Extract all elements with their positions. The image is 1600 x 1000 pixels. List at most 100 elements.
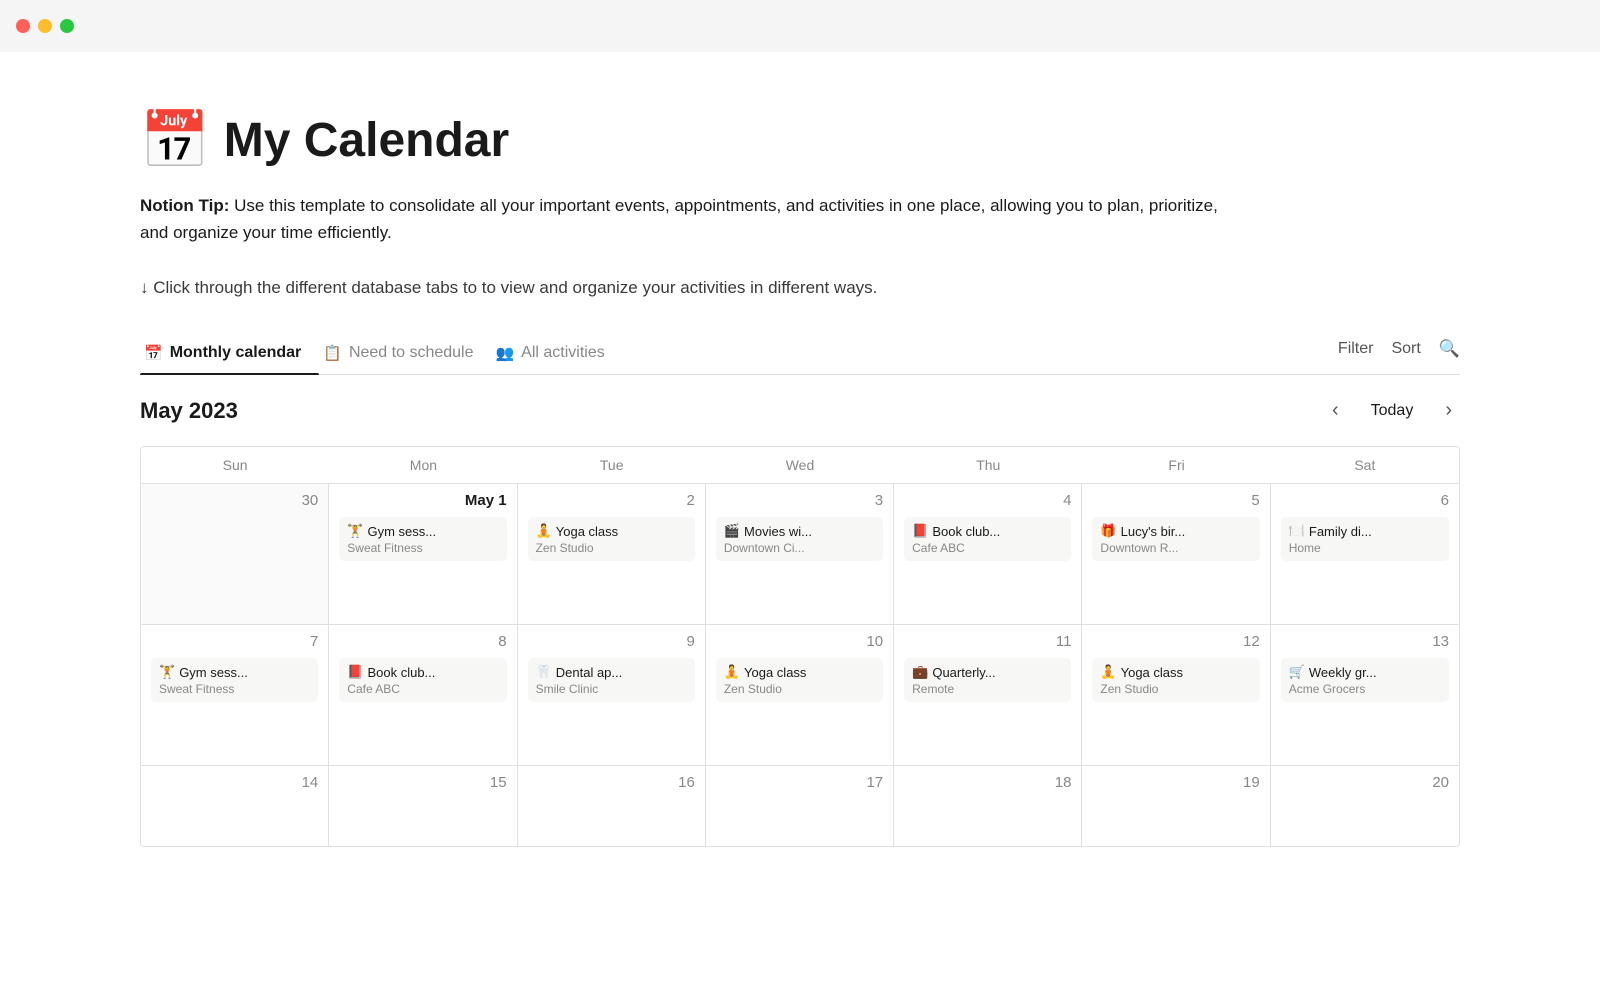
cal-cell-16[interactable]: 16 [518, 766, 706, 846]
maximize-button[interactable] [60, 19, 74, 33]
cal-date-5: 5 [1092, 492, 1259, 509]
event-title-dental-9: 🦷 Dental ap... [536, 664, 687, 680]
cal-cell-2[interactable]: 2 🧘 Yoga class Zen Studio [518, 484, 706, 624]
event-title-bookclub-8: 📕 Book club... [347, 664, 498, 680]
day-label-mon: Mon [329, 447, 517, 483]
event-location-yoga-2: Zen Studio [536, 541, 687, 555]
minimize-button[interactable] [38, 19, 52, 33]
cal-cell-12[interactable]: 12 🧘 Yoga class Zen Studio [1082, 625, 1270, 765]
event-location-movies-3: Downtown Ci... [724, 541, 875, 555]
event-yoga-10[interactable]: 🧘 Yoga class Zen Studio [716, 658, 883, 702]
cal-cell-8[interactable]: 8 📕 Book club... Cafe ABC [329, 625, 517, 765]
prev-month-button[interactable]: ‹ [1324, 395, 1347, 426]
tab-monthly-calendar[interactable]: 📅 Monthly calendar [140, 334, 319, 374]
event-yoga-12[interactable]: 🧘 Yoga class Zen Studio [1092, 658, 1259, 702]
calendar-month: May 2023 [140, 398, 238, 424]
yoga-icon-12: 🧘 [1100, 664, 1116, 680]
event-dental-9[interactable]: 🦷 Dental ap... Smile Clinic [528, 658, 695, 702]
event-location-gym-may1: Sweat Fitness [347, 541, 498, 555]
cal-cell-7[interactable]: 7 🏋️ Gym sess... Sweat Fitness [141, 625, 329, 765]
cal-date-11: 11 [904, 633, 1071, 650]
cal-cell-5[interactable]: 5 🎁 Lucy's bir... Downtown R... [1082, 484, 1270, 624]
event-gym-may1[interactable]: 🏋️ Gym sess... Sweat Fitness [339, 517, 506, 561]
event-title-bookclub-4: 📕 Book club... [912, 523, 1063, 539]
event-location-dental-9: Smile Clinic [536, 682, 687, 696]
cal-date-10: 10 [716, 633, 883, 650]
filter-button[interactable]: Filter [1338, 340, 1374, 358]
cal-cell-30[interactable]: 30 [141, 484, 329, 624]
calendar-grid: Sun Mon Tue Wed Thu Fri Sat 30 M [140, 446, 1460, 847]
family-dinner-icon: 🍽️ [1289, 523, 1305, 539]
cal-date-6: 6 [1281, 492, 1449, 509]
birthday-icon: 🎁 [1100, 523, 1116, 539]
tab-monthly-label: Monthly calendar [170, 344, 302, 362]
cal-cell-may1[interactable]: May 1 🏋️ Gym sess... Sweat Fitness [329, 484, 517, 624]
cal-date-9: 9 [528, 633, 695, 650]
nav-hint: ↓ Click through the different database t… [140, 278, 1460, 298]
cal-cell-13[interactable]: 13 🛒 Weekly gr... Acme Grocers [1271, 625, 1459, 765]
bookclub-icon-4: 📕 [912, 523, 928, 539]
yoga-icon-2: 🧘 [536, 523, 552, 539]
search-icon[interactable]: 🔍 [1439, 339, 1460, 359]
cal-cell-6[interactable]: 6 🍽️ Family di... Home [1271, 484, 1459, 624]
tab-all-activities[interactable]: 👥 All activities [491, 334, 622, 374]
calendar-header: May 2023 ‹ Today › [140, 395, 1460, 426]
cal-date-14: 14 [151, 774, 318, 791]
event-title-quarterly-11: 💼 Quarterly... [912, 664, 1063, 680]
today-button[interactable]: Today [1361, 398, 1424, 424]
grocery-icon: 🛒 [1289, 664, 1305, 680]
cal-cell-9[interactable]: 9 🦷 Dental ap... Smile Clinic [518, 625, 706, 765]
all-activities-icon: 👥 [495, 344, 514, 362]
event-location-family-6: Home [1289, 541, 1441, 555]
tab-need-to-schedule[interactable]: 📋 Need to schedule [319, 334, 491, 374]
cal-date-18: 18 [904, 774, 1071, 791]
cal-cell-19[interactable]: 19 [1082, 766, 1270, 846]
event-movies-3[interactable]: 🎬 Movies wi... Downtown Ci... [716, 517, 883, 561]
bookclub-icon-8: 📕 [347, 664, 363, 680]
gym-icon: 🏋️ [347, 523, 363, 539]
close-button[interactable] [16, 19, 30, 33]
day-label-wed: Wed [706, 447, 894, 483]
cal-cell-10[interactable]: 10 🧘 Yoga class Zen Studio [706, 625, 894, 765]
page-title: My Calendar [224, 113, 509, 168]
event-gym-7[interactable]: 🏋️ Gym sess... Sweat Fitness [151, 658, 318, 702]
cal-date-20: 20 [1281, 774, 1449, 791]
cal-cell-4[interactable]: 4 📕 Book club... Cafe ABC [894, 484, 1082, 624]
cal-date-30: 30 [151, 492, 318, 509]
notion-tip: Notion Tip: Use this template to consoli… [140, 192, 1240, 246]
event-lucy-5[interactable]: 🎁 Lucy's bir... Downtown R... [1092, 517, 1259, 561]
cal-cell-14[interactable]: 14 [141, 766, 329, 846]
cal-cell-11[interactable]: 11 💼 Quarterly... Remote [894, 625, 1082, 765]
sort-button[interactable]: Sort [1391, 340, 1420, 358]
calendar-week-3: 14 15 16 17 18 19 [141, 766, 1459, 846]
cal-date-12: 12 [1092, 633, 1259, 650]
event-title-family-6: 🍽️ Family di... [1289, 523, 1441, 539]
cal-date-13: 13 [1281, 633, 1449, 650]
notion-tip-label: Notion Tip: [140, 196, 229, 215]
event-grocery-13[interactable]: 🛒 Weekly gr... Acme Grocers [1281, 658, 1449, 702]
yoga-icon-10: 🧘 [724, 664, 740, 680]
cal-date-7: 7 [151, 633, 318, 650]
event-location-yoga-12: Zen Studio [1100, 682, 1251, 696]
tabs-right: Filter Sort 🔍 [1338, 339, 1460, 369]
dental-icon: 🦷 [536, 664, 552, 680]
event-quarterly-11[interactable]: 💼 Quarterly... Remote [904, 658, 1071, 702]
event-yoga-2[interactable]: 🧘 Yoga class Zen Studio [528, 517, 695, 561]
day-label-thu: Thu [894, 447, 1082, 483]
day-label-tue: Tue [518, 447, 706, 483]
cal-cell-15[interactable]: 15 [329, 766, 517, 846]
next-month-button[interactable]: › [1437, 395, 1460, 426]
cal-cell-20[interactable]: 20 [1271, 766, 1459, 846]
event-family-6[interactable]: 🍽️ Family di... Home [1281, 517, 1449, 561]
cal-cell-18[interactable]: 18 [894, 766, 1082, 846]
event-title-lucy-5: 🎁 Lucy's bir... [1100, 523, 1251, 539]
monthly-calendar-icon: 📅 [144, 344, 163, 362]
event-bookclub-8[interactable]: 📕 Book club... Cafe ABC [339, 658, 506, 702]
cal-date-may1: May 1 [339, 492, 506, 509]
cal-cell-3[interactable]: 3 🎬 Movies wi... Downtown Ci... [706, 484, 894, 624]
tab-schedule-label: Need to schedule [349, 344, 474, 362]
event-bookclub-4[interactable]: 📕 Book club... Cafe ABC [904, 517, 1071, 561]
event-title-yoga-12: 🧘 Yoga class [1100, 664, 1251, 680]
event-title-grocery-13: 🛒 Weekly gr... [1289, 664, 1441, 680]
cal-cell-17[interactable]: 17 [706, 766, 894, 846]
